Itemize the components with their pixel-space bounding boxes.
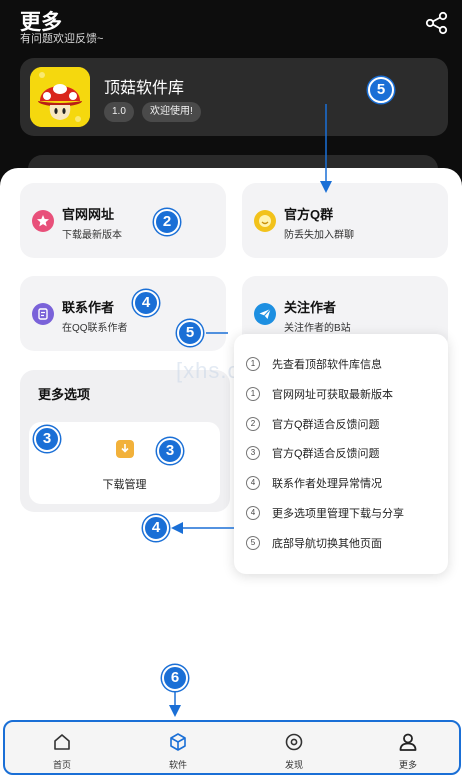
annotation-badge-3: 3 bbox=[157, 438, 183, 464]
nav-software-label: 软件 bbox=[168, 760, 187, 770]
tip-item: 2 官方Q群适合反馈问题 bbox=[246, 414, 380, 434]
nav-discover-label: 发现 bbox=[284, 760, 303, 770]
annotation-badge-2: 2 bbox=[154, 209, 180, 235]
tip-text: 更多选项里管理下载与分享 bbox=[272, 508, 404, 520]
tip-item: 4 更多选项里管理下载与分享 bbox=[246, 503, 404, 523]
tip-number: 3 bbox=[246, 446, 260, 460]
person-icon bbox=[399, 733, 417, 751]
website-subtitle: 下载最新版本 bbox=[62, 230, 122, 241]
cube-icon bbox=[170, 733, 186, 751]
bottom-navigation: 首页 软件 发现 更多 bbox=[3, 720, 461, 775]
tip-number: 2 bbox=[246, 417, 260, 431]
tip-item: 1 官网网址可获取最新版本 bbox=[246, 384, 393, 404]
annotation-badge-4: 4 bbox=[133, 290, 159, 316]
nav-home[interactable]: 首页 bbox=[27, 726, 97, 772]
smile-icon bbox=[254, 210, 276, 232]
website-card[interactable]: 官网网址 下载最新版本 bbox=[20, 183, 226, 258]
tip-text: 官方Q群适合反馈问题 bbox=[272, 419, 380, 431]
tip-item: 4 联系作者处理异常情况 bbox=[246, 473, 382, 493]
mushroom-app-icon bbox=[30, 67, 90, 127]
welcome-badge: 欢迎使用! bbox=[142, 102, 201, 122]
home-icon bbox=[54, 734, 70, 750]
annotation-badge-5: 5 bbox=[177, 320, 203, 346]
tip-text: 官网网址可获取最新版本 bbox=[272, 389, 393, 401]
tip-number: 1 bbox=[246, 357, 260, 371]
tip-number: 4 bbox=[246, 506, 260, 520]
compass-icon bbox=[285, 733, 303, 751]
share-icon[interactable] bbox=[424, 10, 450, 36]
more-page: 更多 有问题欢迎反馈~ 顶菇软件库 1.0 欢迎使用! 官网网址 下载最新版本 … bbox=[0, 0, 462, 778]
qq-group-card[interactable]: 官方Q群 防丢失加入群聊 bbox=[242, 183, 448, 258]
tip-text: 先查看顶部软件库信息 bbox=[272, 359, 382, 371]
follow-author-subtitle: 关注作者的B站 bbox=[284, 323, 351, 334]
website-title: 官网网址 bbox=[62, 207, 115, 222]
star-icon bbox=[32, 210, 54, 232]
more-options-title: 更多选项 bbox=[38, 387, 91, 402]
contact-author-subtitle: 在QQ联系作者 bbox=[62, 323, 128, 334]
tip-text: 官方Q群适合反馈问题 bbox=[272, 448, 380, 460]
nav-more-label: 更多 bbox=[398, 760, 417, 770]
annotation-badge-6: 6 bbox=[162, 665, 188, 691]
app-name: 顶菇软件库 bbox=[104, 80, 185, 97]
nav-more[interactable]: 更多 bbox=[373, 726, 443, 772]
tip-text: 底部导航切换其他页面 bbox=[272, 538, 382, 550]
tip-item: 1 先查看顶部软件库信息 bbox=[246, 354, 382, 374]
tip-text: 联系作者处理异常情况 bbox=[272, 478, 382, 490]
tip-item: 3 官方Q群适合反馈问题 bbox=[246, 443, 380, 463]
follow-author-title: 关注作者 bbox=[284, 300, 337, 315]
message-icon bbox=[32, 303, 54, 325]
annotation-badge-3: 3 bbox=[34, 426, 60, 452]
tip-number: 1 bbox=[246, 387, 260, 401]
page-subtitle: 有问题欢迎反馈~ bbox=[20, 33, 104, 45]
tips-popup: 1 先查看顶部软件库信息 1 官网网址可获取最新版本 2 官方Q群适合反馈问题 … bbox=[234, 334, 448, 574]
download-manager-label: 下载管理 bbox=[102, 479, 147, 491]
nav-discover[interactable]: 发现 bbox=[259, 726, 329, 772]
contact-author-title: 联系作者 bbox=[62, 300, 115, 315]
qq-group-title: 官方Q群 bbox=[284, 207, 334, 222]
download-folder-icon bbox=[116, 440, 134, 458]
nav-software[interactable]: 软件 bbox=[143, 726, 213, 772]
qq-group-subtitle: 防丢失加入群聊 bbox=[284, 230, 354, 241]
annotation-badge-4: 4 bbox=[143, 515, 169, 541]
nav-home-label: 首页 bbox=[52, 760, 71, 770]
annotation-badge-5: 5 bbox=[368, 77, 394, 103]
tip-number: 4 bbox=[246, 476, 260, 490]
version-badge: 1.0 bbox=[104, 102, 134, 122]
paper-plane-icon bbox=[254, 303, 276, 325]
tip-number: 5 bbox=[246, 536, 260, 550]
tip-item: 5 底部导航切换其他页面 bbox=[246, 533, 382, 553]
